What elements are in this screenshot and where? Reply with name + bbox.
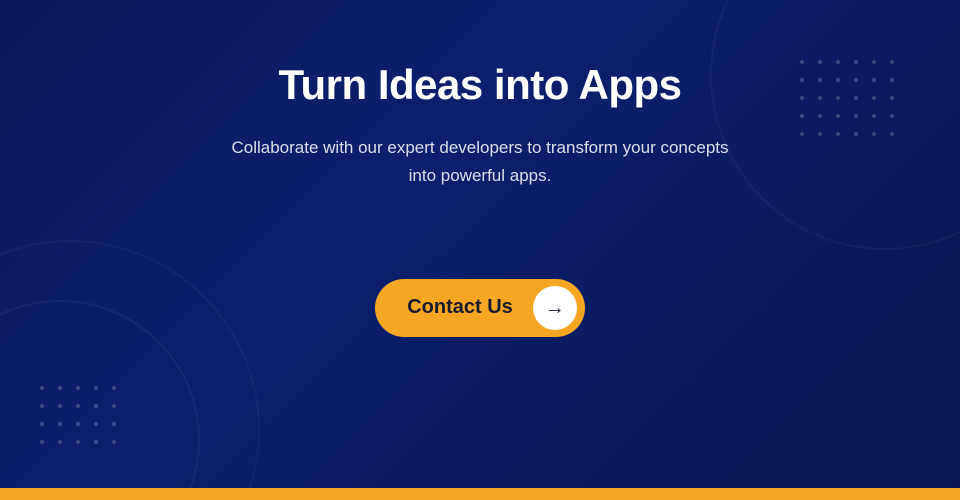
bottom-gold-bar <box>0 488 960 500</box>
dots-bottom-left <box>40 386 122 450</box>
arrow-icon: → <box>545 298 565 318</box>
hero-content: Turn Ideas into Apps Collaborate with ou… <box>0 0 960 337</box>
page-wrapper: Turn Ideas into Apps Collaborate with ou… <box>0 0 960 500</box>
contact-button-label: Contact Us <box>407 296 533 319</box>
contact-us-button[interactable]: Contact Us → <box>375 279 585 337</box>
hero-title: Turn Ideas into Apps <box>278 60 681 110</box>
cta-section: Contact Us → <box>375 279 585 337</box>
hero-subtitle: Collaborate with our expert developers t… <box>220 134 740 188</box>
arrow-circle: → <box>533 286 577 330</box>
